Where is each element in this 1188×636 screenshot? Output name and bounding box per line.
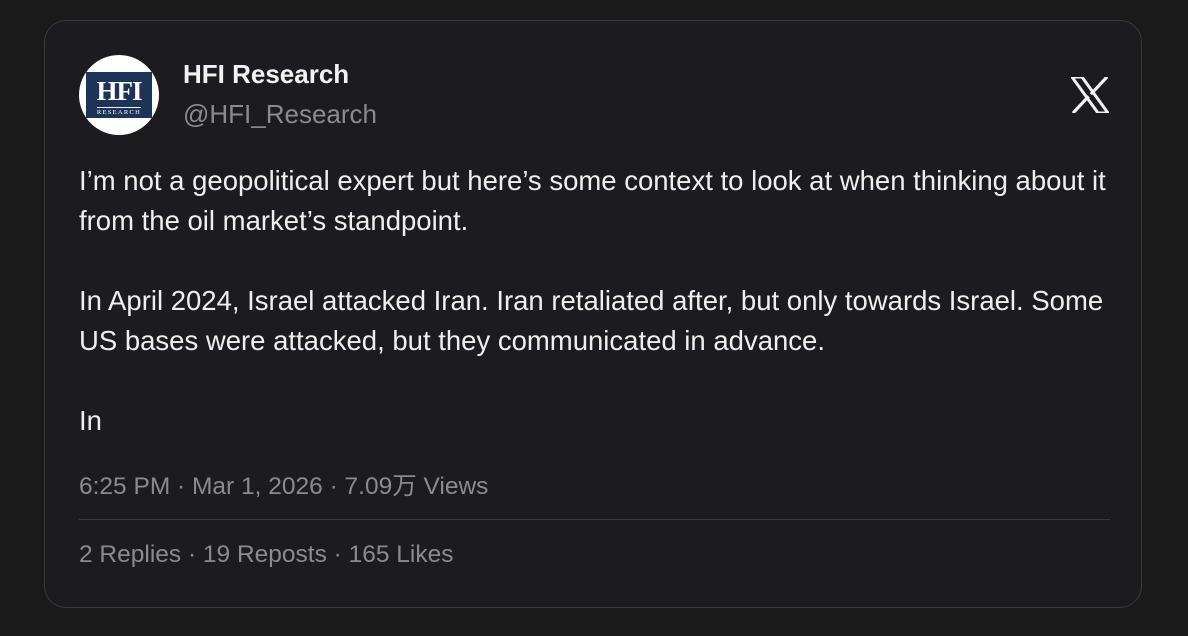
post-card: HFI RESEARCH HFI Research @HFI_Research …: [44, 20, 1142, 608]
post-paragraph: In: [79, 405, 102, 436]
divider: [79, 519, 1110, 520]
post-timestamp-views[interactable]: 6:25 PM · Mar 1, 2026 · 7.09万 Views: [79, 467, 488, 502]
post-paragraph: I’m not a geopolitical expert but here’s…: [79, 165, 1106, 236]
post-paragraph: In April 2024, Israel attacked Iran. Ira…: [79, 285, 1104, 356]
post-body: I’m not a geopolitical expert but here’s…: [79, 161, 1109, 441]
avatar[interactable]: HFI RESEARCH: [79, 55, 159, 135]
author-handle[interactable]: @HFI_Research: [183, 99, 377, 130]
x-logo-icon[interactable]: [1071, 77, 1109, 113]
logo-sub-text: RESEARCH: [96, 106, 142, 116]
hfi-research-logo: HFI RESEARCH: [86, 72, 152, 118]
logo-main-text: HFI: [96, 75, 142, 106]
author-name[interactable]: HFI Research: [183, 59, 349, 90]
post-engagement-stats[interactable]: 2 Replies · 19 Reposts · 165 Likes: [79, 541, 454, 569]
